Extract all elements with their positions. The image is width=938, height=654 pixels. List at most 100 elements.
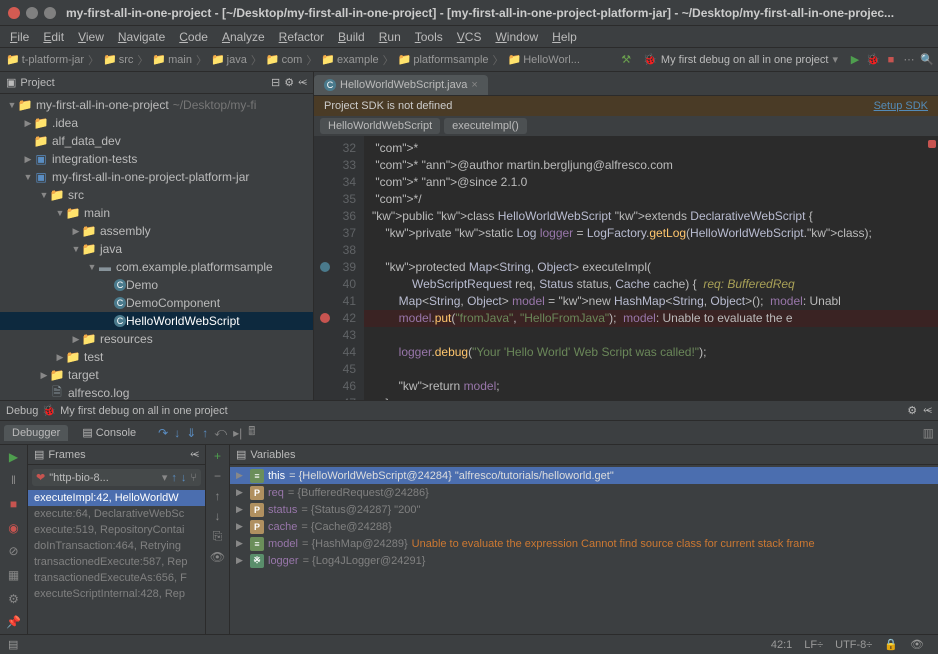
tree-item[interactable]: CDemo [0, 276, 313, 294]
code-editor[interactable]: 323334353637383940414243444546474849 "co… [314, 136, 938, 400]
watches-icon[interactable]: 👁 [210, 550, 225, 564]
frame-row[interactable]: executeImpl:42, HelloWorldW [28, 490, 205, 506]
menu-build[interactable]: Build [332, 28, 371, 46]
tree-item[interactable]: 📁alf_data_dev [0, 132, 313, 150]
remove-watch-icon[interactable]: − [214, 469, 221, 483]
close-tab-icon[interactable]: × [471, 79, 477, 91]
force-step-icon[interactable]: ⇓ [186, 426, 196, 440]
filter-icon[interactable]: ⑂ [190, 472, 197, 484]
tree-item[interactable]: ▼📁my-first-all-in-one-project~/Desktop/m… [0, 96, 313, 114]
mute-bp-icon[interactable]: ⊘ [6, 544, 22, 560]
menu-view[interactable]: View [72, 28, 110, 46]
hide-icon[interactable]: ⥷ [923, 404, 932, 417]
settings-icon[interactable]: ⚙ [6, 591, 22, 607]
menu-run[interactable]: Run [373, 28, 407, 46]
run-to-cursor-icon[interactable]: ▸| [233, 426, 242, 440]
debug-icon[interactable]: 🐞 [866, 53, 880, 67]
code-line[interactable] [364, 327, 938, 344]
code-line[interactable]: } [364, 395, 938, 400]
breadcrumb-method[interactable]: executeImpl() [444, 118, 527, 134]
minimize-icon[interactable] [26, 7, 38, 19]
tab-console[interactable]: ▤ Console [74, 424, 144, 441]
setup-sdk-link[interactable]: Setup SDK [874, 100, 928, 112]
breakpoints-icon[interactable]: ◉ [6, 520, 22, 536]
maximize-icon[interactable] [44, 7, 56, 19]
variable-row[interactable]: ▶≡model = {HashMap@24289} Unable to eval… [230, 535, 938, 552]
todo-icon[interactable]: ▤ [8, 638, 18, 651]
tree-item[interactable]: ▶▣integration-tests [0, 150, 313, 168]
variable-row[interactable]: ▶Pstatus = {Status@24287} "200" [230, 501, 938, 518]
code-line[interactable]: "com">* [364, 140, 938, 157]
step-out-icon[interactable]: ↑ [202, 426, 208, 440]
code-line[interactable] [364, 242, 938, 259]
hammer-icon[interactable]: ⚒ [619, 53, 633, 67]
project-tree[interactable]: ▼📁my-first-all-in-one-project~/Desktop/m… [0, 94, 313, 400]
breadcrumb-class[interactable]: HelloWorldWebScript [320, 118, 440, 134]
menu-analyze[interactable]: Analyze [216, 28, 271, 46]
search-icon[interactable]: 🔍 [920, 53, 934, 67]
frame-row[interactable]: transactionedExecuteAs:656, F [28, 570, 205, 586]
tab-debugger[interactable]: Debugger [4, 425, 68, 441]
variable-row[interactable]: ▶Pcache = {Cache@24288} [230, 518, 938, 535]
run-config-select[interactable]: 🐞 My first debug on all in one project ▾ [637, 53, 844, 66]
tree-item[interactable]: ▶📁assembly [0, 222, 313, 240]
breakpoint-icon[interactable] [320, 313, 330, 323]
breadcrumb[interactable]: 📁src [101, 53, 135, 66]
frame-row[interactable]: doInTransaction:464, Retrying [28, 538, 205, 554]
pause-icon[interactable]: ‖ [6, 473, 22, 489]
code-line[interactable]: "com">* "ann">@author martin.bergljung@a… [364, 157, 938, 174]
breadcrumb[interactable]: 📁java [209, 53, 249, 66]
code-line[interactable]: "kw">protected Map<String, Object> execu… [364, 259, 938, 276]
tree-item[interactable]: 🗎alfresco.log [0, 384, 313, 400]
project-tool-icon[interactable]: ▣ [6, 76, 16, 89]
status-encoding[interactable]: UTF-8÷ [829, 639, 878, 651]
tree-item[interactable]: ▶📁target [0, 366, 313, 384]
code-line[interactable]: model.put("fromJava", "HelloFromJava"); … [364, 310, 938, 327]
frame-row[interactable]: execute:519, RepositoryContai [28, 522, 205, 538]
code-line[interactable]: logger.debug("Your 'Hello World' Web Scr… [364, 344, 938, 361]
tree-item[interactable]: ▼📁main [0, 204, 313, 222]
breadcrumb[interactable]: 📁example [319, 53, 380, 66]
frames-list[interactable]: executeImpl:42, HelloWorldWexecute:64, D… [28, 490, 205, 634]
prev-frame-icon[interactable]: ⥷ [190, 448, 199, 461]
up-icon[interactable]: ↑ [215, 489, 221, 503]
gear-icon[interactable]: ⚙ [907, 404, 917, 417]
tree-item[interactable]: ▼▬com.example.platformsample [0, 258, 313, 276]
pin-icon[interactable]: 📌 [6, 614, 22, 630]
override-icon[interactable] [320, 262, 330, 272]
menu-edit[interactable]: Edit [37, 28, 70, 46]
menu-refactor[interactable]: Refactor [273, 28, 330, 46]
new-watch-icon[interactable]: + [214, 449, 221, 463]
breadcrumb[interactable]: 📁platformsample [396, 53, 491, 66]
prev-icon[interactable]: ↑ [171, 472, 177, 484]
code-line[interactable] [364, 361, 938, 378]
code-line[interactable]: "kw">private "kw">static Log logger = Lo… [364, 225, 938, 242]
menu-code[interactable]: Code [173, 28, 214, 46]
down-icon[interactable]: ↓ [215, 509, 221, 523]
code-line[interactable]: "com">*/ [364, 191, 938, 208]
tree-item[interactable]: ▼▣my-first-all-in-one-project-platform-j… [0, 168, 313, 186]
code-line[interactable]: "com">* "ann">@since 2.1.0 [364, 174, 938, 191]
code-line[interactable]: WebScriptRequest req, Status status, Cac… [364, 276, 938, 293]
stop-icon[interactable]: ■ [884, 53, 898, 67]
evaluate-icon[interactable]: 🖩 [248, 422, 255, 443]
gear-icon[interactable]: ⚙ [284, 76, 294, 89]
frame-row[interactable]: execute:64, DeclarativeWebSc [28, 506, 205, 522]
tree-item[interactable]: ▶📁resources [0, 330, 313, 348]
copy-icon[interactable]: ⎘ [213, 529, 223, 544]
hide-icon[interactable]: ⥷ [298, 76, 307, 89]
lock-icon[interactable]: 🔒 [878, 638, 904, 651]
tree-item[interactable]: CDemoComponent [0, 294, 313, 312]
menu-tools[interactable]: Tools [409, 28, 449, 46]
code-line[interactable]: "kw">public "kw">class HelloWorldWebScri… [364, 208, 938, 225]
breadcrumb[interactable]: 📁HelloWorl... [506, 53, 582, 66]
status-position[interactable]: 42:1 [765, 639, 798, 651]
run-icon[interactable]: ▶ [848, 53, 862, 67]
variables-list[interactable]: ▶≡this = {HelloWorldWebScript@24284} "al… [230, 465, 938, 634]
breadcrumb[interactable]: 📁main [150, 53, 194, 66]
drop-frame-icon[interactable]: ⤺ [214, 425, 227, 440]
close-icon[interactable] [8, 7, 20, 19]
step-into-icon[interactable]: ↓ [174, 426, 180, 440]
menu-window[interactable]: Window [489, 28, 544, 46]
editor-tab[interactable]: C HelloWorldWebScript.java × [314, 75, 488, 95]
